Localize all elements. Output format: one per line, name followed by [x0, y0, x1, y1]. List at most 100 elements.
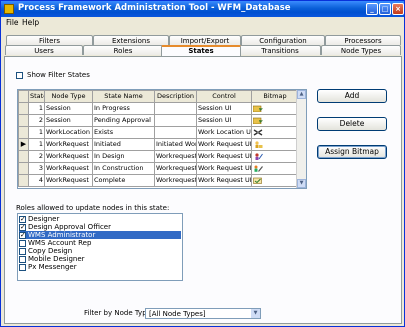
- row-selector[interactable]: [18, 114, 29, 127]
- cell-control[interactable]: Work Request UI: [196, 138, 252, 151]
- column-header-description[interactable]: Description: [154, 90, 197, 103]
- tab-users[interactable]: Users: [5, 45, 83, 55]
- table-row[interactable]: 2 WorkRequest In Design Workrequest i Wo…: [18, 150, 299, 163]
- row-selector[interactable]: [18, 150, 29, 163]
- cell-control[interactable]: Work Location UI: [196, 126, 252, 139]
- cell-bitmap[interactable]: [251, 126, 299, 139]
- states-grid[interactable]: State Node Type State Name Description C…: [17, 89, 307, 189]
- cell-bitmap[interactable]: [251, 114, 299, 127]
- cell-node-type[interactable]: Session: [44, 114, 93, 127]
- chevron-down-icon[interactable]: ▼: [251, 309, 260, 318]
- column-header-state-name[interactable]: State Name: [92, 90, 155, 103]
- list-item[interactable]: Px Messenger: [19, 263, 181, 271]
- close-button[interactable]: ×: [392, 3, 404, 15]
- cell-state-name[interactable]: Initiated: [92, 138, 155, 151]
- title-bar[interactable]: Process Framework Administration Tool - …: [1, 1, 404, 17]
- cell-control[interactable]: Work Request UI: [196, 174, 252, 187]
- cell-state-name[interactable]: Exists: [92, 126, 155, 139]
- cell-bitmap[interactable]: [251, 174, 299, 187]
- role-checkbox[interactable]: ✓: [19, 231, 26, 239]
- cell-node-type[interactable]: WorkRequest: [44, 174, 93, 187]
- list-item[interactable]: WMS Account Rep: [19, 239, 181, 247]
- role-checkbox[interactable]: [19, 263, 26, 271]
- minimize-button[interactable]: _: [366, 3, 378, 15]
- tab-node-types[interactable]: Node Types: [321, 45, 401, 55]
- roles-listbox[interactable]: ✓ Designer ✓ Design Approval Officer ✓ WMS …: [17, 213, 183, 281]
- scroll-up-icon[interactable]: ▲: [297, 90, 306, 99]
- assign-bitmap-button[interactable]: Assign Bitmap: [317, 145, 387, 159]
- tab-filters[interactable]: Filters: [6, 35, 93, 45]
- cell-description[interactable]: Workrequest i: [154, 162, 197, 175]
- row-selector[interactable]: [18, 162, 29, 175]
- cell-description[interactable]: Workrequest I: [154, 174, 197, 187]
- table-row[interactable]: 4 WorkRequest Complete Workrequest I Wor…: [18, 174, 299, 187]
- role-checkbox[interactable]: [19, 247, 26, 255]
- cell-state-name[interactable]: In Construction: [92, 162, 155, 175]
- table-row[interactable]: 1 WorkLocation Exists Work Location UI: [18, 126, 299, 139]
- column-header-node-type[interactable]: Node Type: [44, 90, 93, 103]
- menu-help[interactable]: Help: [22, 18, 39, 27]
- table-row[interactable]: 3 WorkRequest In Construction Workreques…: [18, 162, 299, 175]
- cell-bitmap[interactable]: [251, 138, 299, 151]
- column-header-bitmap[interactable]: Bitmap: [251, 90, 299, 103]
- list-item[interactable]: ✓ Designer: [19, 215, 181, 223]
- cell-description[interactable]: [154, 126, 197, 139]
- maximize-button[interactable]: □: [379, 3, 391, 15]
- list-item[interactable]: ✓ WMS Administrator: [19, 231, 181, 239]
- cell-state-name[interactable]: Pending Approval: [92, 114, 155, 127]
- cell-state[interactable]: 2: [28, 114, 45, 127]
- cell-bitmap[interactable]: [251, 150, 299, 163]
- cell-description[interactable]: [154, 114, 197, 127]
- menu-file[interactable]: File: [6, 18, 19, 27]
- column-header-state[interactable]: State: [28, 90, 45, 103]
- cell-state[interactable]: 1: [28, 126, 45, 139]
- scroll-down-icon[interactable]: ▼: [297, 179, 306, 188]
- grid-vertical-scrollbar[interactable]: ▲ ▼: [296, 90, 306, 188]
- cell-state[interactable]: 2: [28, 150, 45, 163]
- tab-processors[interactable]: Processors: [325, 35, 401, 45]
- cell-node-type[interactable]: Session: [44, 102, 93, 115]
- tab-import-export[interactable]: Import/Export: [169, 35, 241, 45]
- cell-control[interactable]: Work Request UI: [196, 162, 252, 175]
- cell-description[interactable]: Initiated Work: [154, 138, 197, 151]
- cell-node-type[interactable]: WorkRequest: [44, 162, 93, 175]
- cell-state[interactable]: 4: [28, 174, 45, 187]
- role-checkbox[interactable]: [19, 239, 26, 247]
- cell-node-type[interactable]: WorkLocation: [44, 126, 93, 139]
- cell-control[interactable]: Work Request UI: [196, 150, 252, 163]
- cell-state-name[interactable]: In Design: [92, 150, 155, 163]
- list-item[interactable]: ✓ Design Approval Officer: [19, 223, 181, 231]
- row-selector[interactable]: ▶: [18, 138, 29, 151]
- tab-roles[interactable]: Roles: [83, 45, 163, 55]
- table-row[interactable]: 1 Session In Progress Session UI: [18, 102, 299, 115]
- row-selector[interactable]: [18, 174, 29, 187]
- row-selector[interactable]: [18, 126, 29, 139]
- role-checkbox[interactable]: [19, 255, 26, 263]
- node-type-filter-select[interactable]: [All Node Types] ▼: [145, 308, 261, 319]
- column-header-control[interactable]: Control: [196, 90, 252, 103]
- cell-state-name[interactable]: In Progress: [92, 102, 155, 115]
- list-item[interactable]: Mobile Designer: [19, 255, 181, 263]
- cell-node-type[interactable]: WorkRequest: [44, 150, 93, 163]
- tab-extensions[interactable]: Extensions: [93, 35, 169, 45]
- cell-control[interactable]: Session UI: [196, 102, 252, 115]
- cell-bitmap[interactable]: [251, 162, 299, 175]
- cell-description[interactable]: Workrequest i: [154, 150, 197, 163]
- role-checkbox[interactable]: ✓: [19, 215, 26, 223]
- cell-state[interactable]: 1: [28, 102, 45, 115]
- show-filter-states-checkbox[interactable]: [16, 72, 23, 79]
- cell-state[interactable]: 1: [28, 138, 45, 151]
- add-button[interactable]: Add: [317, 89, 387, 103]
- cell-description[interactable]: [154, 102, 197, 115]
- tab-transitions[interactable]: Transitions: [239, 45, 321, 55]
- row-selector[interactable]: [18, 102, 29, 115]
- cell-control[interactable]: Session UI: [196, 114, 252, 127]
- table-row[interactable]: 2 Session Pending Approval Session UI: [18, 114, 299, 127]
- table-row[interactable]: ▶ 1 WorkRequest Initiated Initiated Work…: [18, 138, 299, 151]
- cell-node-type[interactable]: WorkRequest: [44, 138, 93, 151]
- tab-configuration[interactable]: Configuration: [241, 35, 325, 45]
- cell-bitmap[interactable]: [251, 102, 299, 115]
- role-checkbox[interactable]: ✓: [19, 223, 26, 231]
- list-item[interactable]: Copy Design: [19, 247, 181, 255]
- cell-state-name[interactable]: Complete: [92, 174, 155, 187]
